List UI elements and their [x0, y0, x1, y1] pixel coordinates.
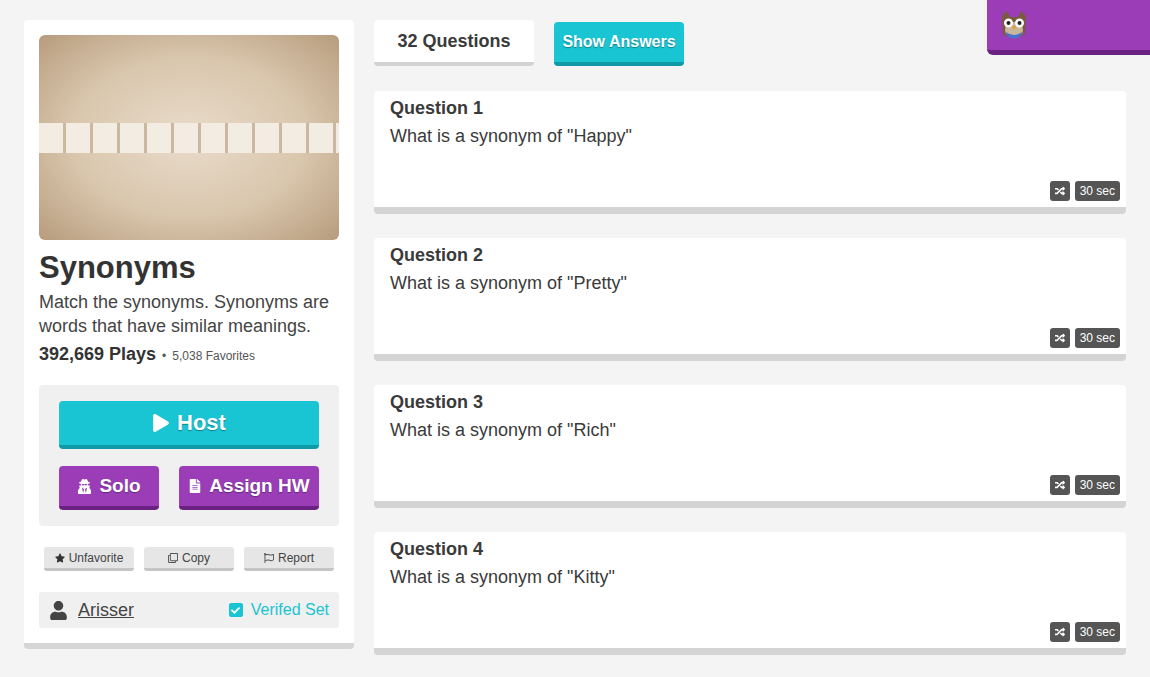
- question-card: Question 3 What is a synonym of "Rich" 30 …: [374, 385, 1126, 508]
- time-badge: 30 sec: [1075, 622, 1120, 642]
- question-text: What is a synonym of "Pretty": [390, 273, 1120, 294]
- avatar-icon[interactable]: [997, 8, 1031, 42]
- time-badge: 30 sec: [1075, 328, 1120, 348]
- verified-badge: Verifed Set: [229, 601, 329, 619]
- star-icon: [55, 553, 65, 563]
- question-label: Question 3: [390, 392, 1120, 413]
- action-row: Solo Assign HW: [59, 466, 319, 510]
- shuffle-badge: [1050, 622, 1070, 642]
- question-text: What is a synonym of "Happy": [390, 126, 1120, 147]
- time-badge: 30 sec: [1075, 181, 1120, 201]
- user-bar: [987, 0, 1150, 55]
- favorites-count: 5,038 Favorites: [172, 349, 255, 363]
- shuffle-icon: [1055, 333, 1065, 343]
- time-badge: 30 sec: [1075, 475, 1120, 495]
- play-icon: [152, 414, 170, 432]
- plays-count: 392,669 Plays: [39, 344, 156, 365]
- verified-checkbox: [229, 603, 243, 617]
- question-label: Question 1: [390, 98, 1120, 119]
- question-list: Question 1 What is a synonym of "Happy" 30…: [374, 91, 1126, 655]
- small-button-row: Unfavorite Copy Report: [39, 547, 339, 571]
- solo-button[interactable]: Solo: [59, 466, 159, 510]
- host-button[interactable]: Host: [59, 401, 319, 449]
- cover-image-detail: [39, 123, 339, 153]
- user-icon: [49, 601, 68, 620]
- question-text: What is a synonym of "Kitty": [390, 567, 1120, 588]
- stats-separator: •: [162, 349, 166, 363]
- flag-icon: [264, 553, 274, 563]
- copy-icon: [168, 553, 178, 563]
- small-button[interactable]: Report: [244, 547, 334, 571]
- author-link[interactable]: Arisser: [78, 600, 219, 621]
- page: Synonyms Match the synonyms. Synonyms are…: [0, 0, 1150, 677]
- set-stats: 392,669 Plays • 5,038 Favorites: [39, 344, 339, 365]
- question-card: Question 4 What is a synonym of "Kitty" 30…: [374, 532, 1126, 655]
- question-text: What is a synonym of "Rich": [390, 420, 1120, 441]
- shuffle-icon: [1055, 480, 1065, 490]
- user-icon: [77, 479, 92, 494]
- shuffle-badge: [1050, 475, 1070, 495]
- question-badges: 30 sec: [1050, 475, 1120, 495]
- question-card: Question 2 What is a synonym of "Pretty" 3…: [374, 238, 1126, 361]
- question-label: Question 2: [390, 245, 1120, 266]
- shuffle-icon: [1055, 627, 1065, 637]
- question-card: Question 1 What is a synonym of "Happy" 30…: [374, 91, 1126, 214]
- question-count: 32 Questions: [374, 20, 534, 66]
- shuffle-icon: [1055, 186, 1065, 196]
- question-badges: 30 sec: [1050, 622, 1120, 642]
- action-panel: Host Solo Assign HW: [39, 385, 339, 526]
- set-card: Synonyms Match the synonyms. Synonyms are…: [24, 20, 354, 649]
- set-description: Match the synonyms. Synonyms are words t…: [39, 290, 339, 338]
- questions-panel: 32 Questions Show Answers Question 1 What i…: [374, 20, 1126, 677]
- small-button[interactable]: Copy: [144, 547, 234, 571]
- author-row: Arisser Verifed Set: [39, 592, 339, 628]
- question-badges: 30 sec: [1050, 181, 1120, 201]
- set-title: Synonyms: [39, 250, 339, 286]
- verified-label: Verifed Set: [251, 601, 329, 619]
- question-label: Question 4: [390, 539, 1120, 560]
- document-icon: [188, 479, 202, 493]
- shuffle-badge: [1050, 181, 1070, 201]
- check-icon: [231, 606, 240, 615]
- small-button[interactable]: Unfavorite: [44, 547, 134, 571]
- show-answers-button[interactable]: Show Answers: [554, 22, 684, 66]
- question-badges: 30 sec: [1050, 328, 1120, 348]
- shuffle-badge: [1050, 328, 1070, 348]
- assign-hw-button[interactable]: Assign HW: [179, 466, 319, 510]
- cover-image: [39, 35, 339, 240]
